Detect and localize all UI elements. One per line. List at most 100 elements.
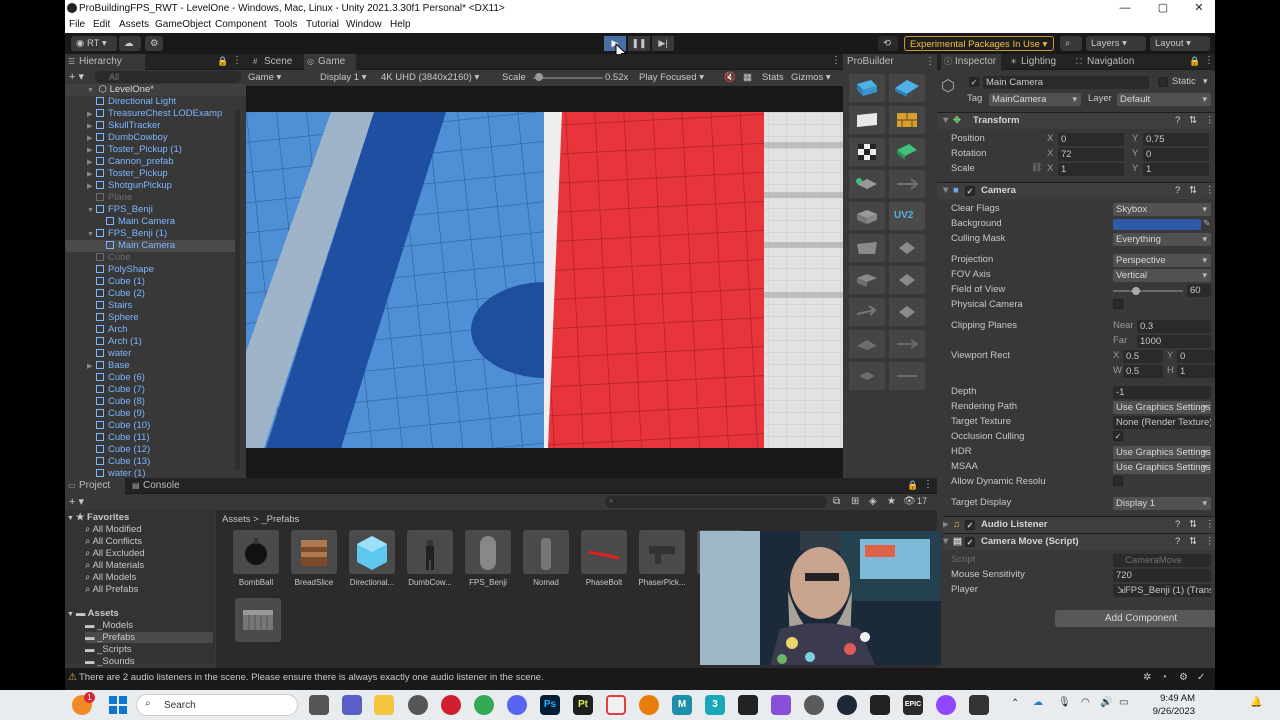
material-editor-button[interactable] (849, 106, 885, 134)
hierarchy-item[interactable]: Cube (10) (65, 420, 235, 432)
camera-target-display-dropdown[interactable]: Display 1 (1113, 497, 1211, 510)
breadcrumb-prefabs[interactable]: _Prefabs (261, 514, 299, 525)
rotation-x-field[interactable]: 72 (1058, 148, 1124, 161)
tab-probuilder[interactable]: ProBuilder ⋮ (843, 54, 937, 70)
pb-tool-8-button[interactable] (889, 330, 925, 358)
hierarchy-item[interactable]: Arch (65, 324, 235, 336)
pb-tool-5-button[interactable] (849, 298, 885, 326)
position-y-field[interactable]: 0.75 (1143, 133, 1209, 146)
favorite-item[interactable]: ⌕ All Conflicts (85, 536, 142, 547)
debug-icon[interactable]: ✲ (1143, 672, 1151, 683)
generate-uv2-button[interactable]: UV2 (889, 202, 925, 230)
background-color-swatch[interactable] (1113, 219, 1201, 230)
pb-tool-6-button[interactable] (889, 298, 925, 326)
obs-icon[interactable] (936, 695, 956, 715)
camera-culling-mask-dropdown[interactable]: Everything (1113, 233, 1211, 246)
chrome-icon[interactable] (474, 695, 494, 715)
collab-button[interactable]: ⚙ (145, 36, 163, 51)
experimental-packages-button[interactable]: Experimental Packages In Use ▾ (904, 36, 1054, 51)
camera-projection-dropdown[interactable]: Perspective (1113, 254, 1211, 267)
folder-item[interactable]: ▬ _Prefabs (85, 632, 213, 643)
close-button[interactable]: ✕ (1191, 2, 1207, 15)
stats-icon[interactable]: ▦ (743, 72, 752, 83)
camera-enabled-checkbox[interactable]: ✓ (965, 186, 975, 196)
add-icon[interactable]: + ▾ (69, 70, 84, 83)
favorite-item[interactable]: ⌕ All Models (85, 572, 136, 583)
resolution-dropdown[interactable]: 4K UHD (3840x2160) ▾ (381, 72, 479, 83)
hierarchy-item[interactable]: Cube (13) (65, 456, 235, 468)
hierarchy-item[interactable]: Directional Light (65, 96, 235, 108)
chevron-up-icon[interactable]: ⌃ (1011, 698, 1019, 709)
camera-checkbox[interactable] (1113, 476, 1123, 486)
viewport-y-field[interactable]: 0 (1177, 350, 1215, 363)
notifications-icon[interactable]: 🔔 (1250, 697, 1262, 708)
target-texture-field[interactable]: None (Render Texture) (1113, 416, 1211, 429)
hierarchy-item[interactable]: Stairs (65, 300, 235, 312)
hierarchy-search-input[interactable]: All (95, 71, 241, 83)
position-x-field[interactable]: 0 (1058, 133, 1124, 146)
app-icon[interactable] (804, 695, 824, 715)
menu-tutorial[interactable]: Tutorial (306, 19, 339, 30)
github-icon[interactable] (408, 695, 428, 715)
hierarchy-item[interactable]: Cube (6) (65, 372, 235, 384)
hierarchy-item[interactable]: ▶ SkullTracker (65, 120, 235, 132)
far-field[interactable]: 1000 (1137, 335, 1211, 348)
camera-rendering-path-dropdown[interactable]: Use Graphics Settings (1113, 401, 1211, 414)
maximize-button[interactable]: ▢ (1155, 2, 1171, 15)
hierarchy-item[interactable]: Main Camera (65, 216, 235, 228)
scale-slider[interactable] (533, 73, 603, 81)
display-dropdown[interactable]: Display 1 ▾ (320, 72, 367, 83)
object-name-field[interactable]: Main Camera (983, 76, 1149, 89)
menu-window[interactable]: Window (346, 19, 382, 30)
tab-navigation[interactable]: ⛶ Navigation (1073, 54, 1149, 70)
asset-item[interactable]: Nomad (520, 530, 572, 587)
history-button[interactable]: ⟲ (878, 36, 898, 51)
asset-item[interactable]: FPS_Benji (462, 530, 514, 587)
clock-date[interactable]: 9/26/2023 (1135, 706, 1195, 717)
menu-component[interactable]: Component (215, 19, 267, 30)
scale-y-field[interactable]: 1 (1143, 163, 1209, 176)
scale-x-field[interactable]: 1 (1058, 163, 1124, 176)
menu-edit[interactable]: Edit (93, 19, 110, 30)
onedrive-icon[interactable]: ☁ (1033, 697, 1043, 708)
hierarchy-item[interactable]: Cube (2) (65, 288, 235, 300)
substance-painter-icon[interactable]: Pt (573, 695, 593, 715)
pb-tool-7-button[interactable] (849, 330, 885, 358)
camera-move-header[interactable]: ▼ ▤ ✓ Camera Move (Script) ? ⇅ ⋮ (937, 533, 1215, 550)
camera-msaa-dropdown[interactable]: Use Graphics Settings (1113, 461, 1211, 474)
grid-app-icon[interactable] (606, 695, 626, 715)
opera-icon[interactable] (441, 695, 461, 715)
flip-normals-button[interactable] (849, 202, 885, 230)
fov-slider-track[interactable] (1113, 290, 1183, 292)
account-button[interactable]: ◉ RT ▾ (71, 36, 117, 51)
assets-header[interactable]: ▼ ▬ Assets (67, 608, 119, 619)
scene-row[interactable]: ▼ ⬡ LevelOne* (65, 84, 246, 96)
help-icon[interactable]: ? (1175, 113, 1180, 129)
camera-hdr-dropdown[interactable]: Use Graphics Settings (1113, 446, 1211, 459)
hierarchy-item[interactable]: ▶ Toster_Pickup (65, 168, 235, 180)
gizmos-dropdown[interactable]: Gizmos ▾ (791, 72, 831, 83)
kebab-menu-icon[interactable]: ⋮ (925, 54, 935, 70)
filter-type-icon[interactable]: ⧉ (833, 496, 840, 507)
add-icon[interactable]: + ▾ (69, 495, 84, 508)
tab-inspector[interactable]: ⓘ Inspector (941, 54, 1001, 70)
uv-editor-button[interactable] (849, 138, 885, 166)
unity-editor-icon[interactable] (969, 695, 989, 715)
epic-games-icon[interactable]: EPIC (903, 695, 923, 715)
wifi-icon[interactable]: ◠ (1081, 697, 1090, 708)
camera-move-checkbox[interactable]: ✓ (965, 537, 975, 547)
project-search-input[interactable]: ⌕ (605, 496, 827, 508)
steam-icon[interactable] (837, 695, 857, 715)
eyedropper-icon[interactable]: ✎ (1203, 218, 1211, 229)
camera-clear-flags-dropdown[interactable]: Skybox (1113, 203, 1211, 216)
kebab-menu-icon[interactable]: ⋮ (1204, 55, 1214, 66)
hierarchy-item[interactable]: ▶ Cannon_prefab (65, 156, 235, 168)
asset-item[interactable]: BombBall (230, 530, 282, 587)
tab-lighting[interactable]: ☀ Lighting (1007, 54, 1067, 70)
teams-icon[interactable] (342, 695, 362, 715)
hierarchy-item[interactable]: Cube (11) (65, 432, 235, 444)
hierarchy-item[interactable]: Cube (65, 252, 235, 264)
hierarchy-item[interactable]: ▶ TreasureChest LODExamp (65, 108, 235, 120)
kebab-menu-icon[interactable]: ⋮ (923, 479, 933, 490)
audio-listener-checkbox[interactable]: ✓ (965, 520, 975, 530)
